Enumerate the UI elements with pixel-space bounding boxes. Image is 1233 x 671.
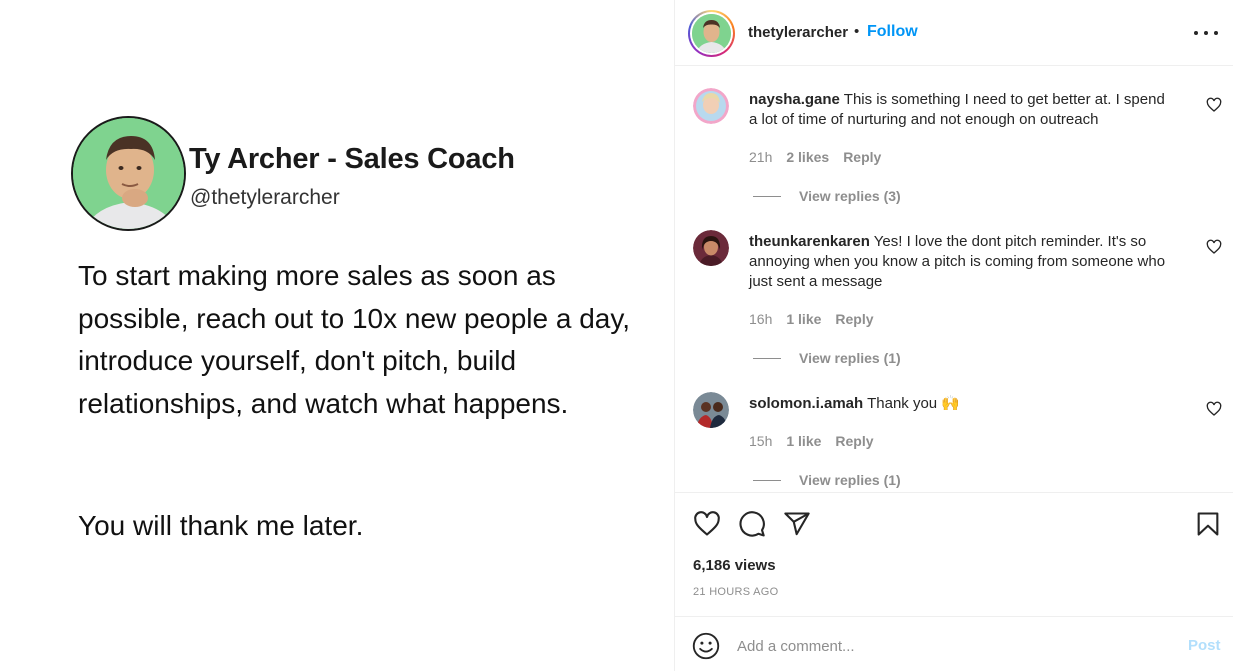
commenter-avatar[interactable] <box>693 88 729 124</box>
tweet-body-text: To start making more sales as soon as po… <box>78 260 631 419</box>
comment-like-icon[interactable] <box>1206 401 1222 417</box>
more-options-icon[interactable] <box>1194 24 1218 42</box>
post-header: thetylerarcher • Follow <box>675 0 1233 66</box>
comment-text: naysha.gane This is something I need to … <box>749 90 1169 130</box>
emoji-icon[interactable] <box>692 632 720 660</box>
add-comment-bar: Post <box>675 616 1233 671</box>
view-replies-label: View replies (1) <box>799 350 901 366</box>
view-replies-button[interactable]: View replies (1) <box>753 472 901 488</box>
view-replies-label: View replies (3) <box>799 188 901 204</box>
comment-meta: 16h 1 like Reply <box>749 311 874 327</box>
comment-like-icon[interactable] <box>1206 239 1222 255</box>
reply-button[interactable]: Reply <box>835 311 873 327</box>
share-icon[interactable] <box>783 510 811 538</box>
comment-username[interactable]: theunkarenkaren <box>749 233 870 250</box>
comment-likes[interactable]: 2 likes <box>786 149 829 165</box>
post-image: Ty Archer - Sales Coach @thetylerarcher … <box>0 0 674 671</box>
comment-likes[interactable]: 1 like <box>786 433 821 449</box>
commenter-avatar[interactable] <box>693 230 729 266</box>
comment-likes[interactable]: 1 like <box>786 311 821 327</box>
comment-time[interactable]: 15h <box>749 433 772 449</box>
post-comment-button[interactable]: Post <box>1188 637 1221 654</box>
comment-meta: 21h 2 likes Reply <box>749 149 881 165</box>
comment-body: Thank you 🙌 <box>867 395 960 412</box>
tweet-author-name: Ty Archer - Sales Coach <box>189 143 515 175</box>
post-actions: 6,186 views 21 HOURS AGO <box>675 492 1233 616</box>
view-replies-label: View replies (1) <box>799 472 901 488</box>
comment-like-icon[interactable] <box>1206 97 1222 113</box>
view-replies-button[interactable]: View replies (3) <box>753 188 901 204</box>
comment-icon[interactable] <box>738 510 766 538</box>
header-separator: • <box>854 23 860 40</box>
view-replies-button[interactable]: View replies (1) <box>753 350 901 366</box>
post-timestamp[interactable]: 21 HOURS AGO <box>693 586 779 598</box>
comment-username[interactable]: naysha.gane <box>749 91 840 108</box>
views-count[interactable]: 6,186 views <box>693 557 776 574</box>
comment-meta: 15h 1 like Reply <box>749 433 874 449</box>
heart-icon[interactable] <box>693 510 721 538</box>
tweet-closing-text: You will thank me later. <box>78 510 364 541</box>
comment-text: solomon.i.amah Thank you 🙌 <box>749 394 1169 414</box>
comment-username[interactable]: solomon.i.amah <box>749 395 863 412</box>
comments-list: naysha.gane This is something I need to … <box>675 67 1233 492</box>
comment-input[interactable] <box>737 632 1157 660</box>
comment-time[interactable]: 21h <box>749 149 772 165</box>
comment-time[interactable]: 16h <box>749 311 772 327</box>
follow-button[interactable]: Follow <box>867 23 918 41</box>
author-username[interactable]: thetylerarcher <box>748 24 848 41</box>
tweet-avatar <box>71 116 186 231</box>
commenter-avatar[interactable] <box>693 392 729 428</box>
post-side-panel: thetylerarcher • Follow naysha.gane This… <box>674 0 1233 671</box>
reply-button[interactable]: Reply <box>843 149 881 165</box>
bookmark-icon[interactable] <box>1194 510 1222 538</box>
tweet-author-handle: @thetylerarcher <box>190 186 340 209</box>
reply-button[interactable]: Reply <box>835 433 873 449</box>
author-avatar[interactable] <box>688 10 735 57</box>
comment-text: theunkarenkaren Yes! I love the dont pit… <box>749 232 1169 292</box>
